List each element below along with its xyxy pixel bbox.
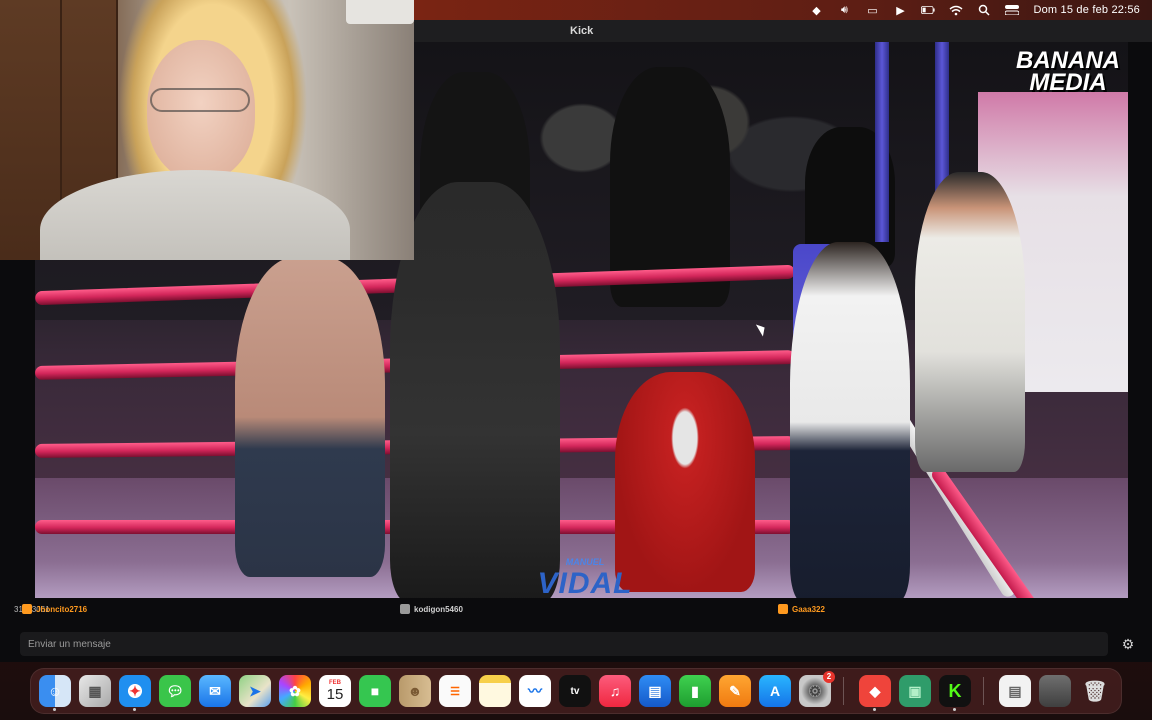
referee xyxy=(790,242,910,598)
dock-separator xyxy=(843,677,844,705)
mail-icon[interactable]: ✉ xyxy=(199,675,231,707)
kick-app-icon[interactable]: K xyxy=(939,675,971,707)
chat-input-placeholder: Enviar un mensaje xyxy=(28,638,111,650)
chat-username[interactable]: kodigon5460 xyxy=(414,605,463,614)
app-store-icon[interactable]: A xyxy=(759,675,791,707)
cornerman xyxy=(915,172,1025,472)
running-indicator xyxy=(953,708,956,711)
downloads-stack-icon[interactable] xyxy=(1039,675,1071,707)
running-indicator xyxy=(133,708,136,711)
watermark-main: VIDAL xyxy=(537,567,633,598)
announcer xyxy=(390,182,560,598)
system-settings-icon[interactable]: ⚙ 2 xyxy=(799,671,835,707)
chat-settings-gear-icon[interactable]: ⚙ xyxy=(1120,636,1136,652)
running-indicator xyxy=(873,708,876,711)
desktop: ◆ 🔊︎ ▭ ▶ Dom 15 de feb 22:56 Kick BANANA… xyxy=(0,0,1152,720)
chat-message-input[interactable]: Enviar un mensaje xyxy=(20,632,1108,656)
dock-separator xyxy=(983,677,984,705)
chat-entry[interactable]: kodigon5460 xyxy=(400,600,463,618)
vidal-watermark: MANUEL VIDAL xyxy=(530,557,640,598)
facetime-icon[interactable]: ■ xyxy=(359,675,391,707)
safari-icon[interactable]: ✦ xyxy=(119,675,151,707)
wifi-icon[interactable] xyxy=(949,4,963,16)
play-icon[interactable]: ▶ xyxy=(893,4,907,17)
pages-icon[interactable]: ✎ xyxy=(719,675,751,707)
notes-icon[interactable] xyxy=(479,675,511,707)
battery-icon[interactable] xyxy=(921,4,936,16)
numbers-icon[interactable]: ▮ xyxy=(679,675,711,707)
chat-username[interactable]: Gaaa322 xyxy=(792,605,825,614)
kick-icon[interactable]: ◆ xyxy=(809,4,823,17)
preview-document-icon[interactable]: ▤ xyxy=(999,675,1031,707)
messages-icon[interactable]: 💬︎ xyxy=(159,675,191,707)
anydesk-icon[interactable]: ◆ xyxy=(859,675,891,707)
control-center-icon[interactable] xyxy=(1005,4,1020,16)
banana-media-logo: BANANA MEDIA xyxy=(1016,49,1120,108)
screen-mirroring-icon[interactable]: ▭ xyxy=(865,4,879,17)
search-icon[interactable] xyxy=(977,4,991,16)
menu-bar: ◆ 🔊︎ ▭ ▶ Dom 15 de feb 22:56 xyxy=(414,0,1152,20)
volume-icon[interactable]: 🔊︎ xyxy=(837,4,851,16)
streamer-glasses xyxy=(150,88,250,112)
boxer xyxy=(235,257,385,577)
android-file-transfer-icon[interactable]: ▣ xyxy=(899,675,931,707)
finder-icon[interactable]: ☺ xyxy=(39,675,71,707)
chat-entry[interactable]: Gaaa322 xyxy=(778,600,825,618)
chat-username[interactable]: Jhoncito2716 xyxy=(36,605,87,614)
calendar-day: 15 xyxy=(326,686,344,703)
launchpad-icon[interactable]: ▦ xyxy=(79,675,111,707)
dock: ☺ ▦ ✦ 💬︎ ✉ ➤ ✿ FEB 15 ■ ☻ ☰ 〰 tv ♫ ▤ ▮ ✎… xyxy=(30,668,1122,714)
logo-line-2: MEDIA xyxy=(1029,69,1107,96)
menu-bar-clock[interactable]: Dom 15 de feb 22:56 xyxy=(1033,4,1140,16)
trash-icon[interactable]: 🗑︎ xyxy=(1079,675,1111,707)
window-title-bar[interactable]: Kick xyxy=(414,20,1152,42)
settings-notification-badge: 2 xyxy=(823,671,835,683)
freeform-icon[interactable]: 〰 xyxy=(519,675,551,707)
calendar-icon[interactable]: FEB 15 xyxy=(319,675,351,707)
chat-entry[interactable]: Jhoncito2716 xyxy=(22,600,87,618)
user-badge-icon xyxy=(22,604,32,614)
tv-icon[interactable]: tv xyxy=(559,675,591,707)
ring-post xyxy=(875,42,889,242)
watermark-top: MANUEL xyxy=(565,557,605,567)
keynote-icon[interactable]: ▤ xyxy=(639,675,671,707)
running-indicator xyxy=(53,708,56,711)
user-badge-icon xyxy=(778,604,788,614)
window-title: Kick xyxy=(570,25,594,37)
streamer-webcam xyxy=(0,0,414,260)
reminders-icon[interactable]: ☰ xyxy=(439,675,471,707)
music-icon[interactable]: ♫ xyxy=(599,675,631,707)
air-conditioner xyxy=(346,0,414,24)
contacts-icon[interactable]: ☻ xyxy=(399,675,431,707)
maps-icon[interactable]: ➤ xyxy=(239,675,271,707)
chat-top-gifters: Jhoncito2716 310 kodigon5460 130 Gaaa322… xyxy=(14,600,1138,618)
photos-icon[interactable]: ✿ xyxy=(279,675,311,707)
user-badge-icon xyxy=(400,604,410,614)
